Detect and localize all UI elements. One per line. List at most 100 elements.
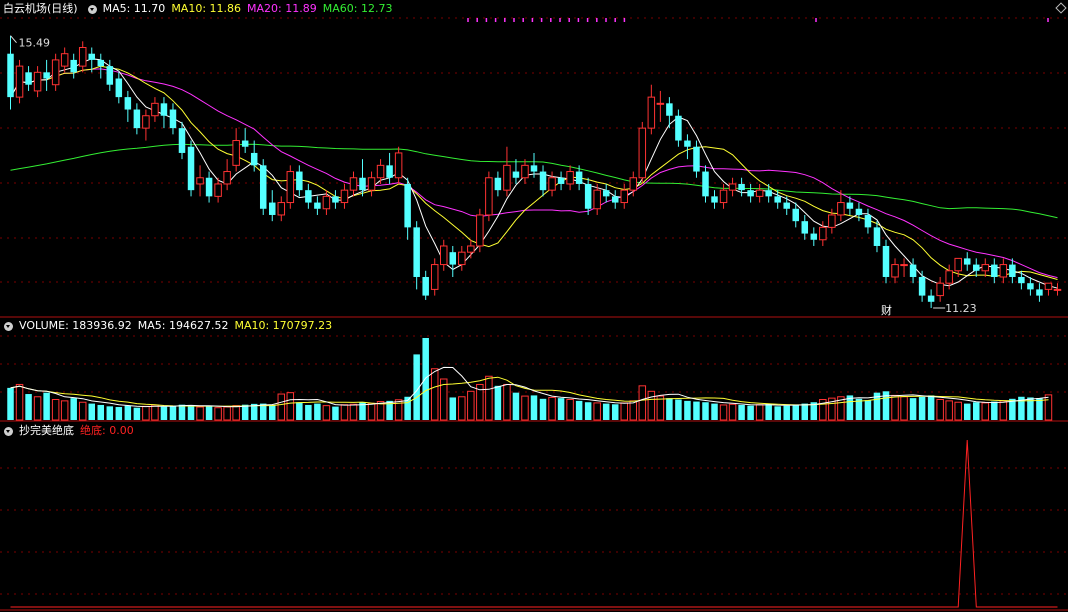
volume-bar-up bbox=[15, 383, 24, 421]
volume-bar-up bbox=[467, 390, 475, 421]
candle-down bbox=[810, 233, 818, 240]
candle-up bbox=[945, 270, 953, 284]
candle-up bbox=[503, 164, 511, 191]
candle-down bbox=[413, 227, 420, 277]
candle-down bbox=[602, 190, 610, 197]
candle-down bbox=[241, 140, 249, 147]
candle-up bbox=[1044, 282, 1053, 290]
volume-bar-down bbox=[269, 404, 276, 420]
candle-down bbox=[711, 196, 718, 203]
volume-bar-up bbox=[232, 405, 240, 421]
volume-bar-down bbox=[296, 402, 303, 420]
candle-down bbox=[918, 276, 926, 296]
volume-bar-up bbox=[999, 400, 1008, 421]
candle-up bbox=[891, 264, 899, 278]
candle-down bbox=[124, 97, 132, 110]
candle-down bbox=[909, 264, 917, 277]
volume-bar-down bbox=[205, 406, 213, 420]
candle-down bbox=[88, 53, 95, 60]
candle-down bbox=[783, 202, 790, 209]
volume-bar-up bbox=[891, 394, 899, 421]
volume-bar-down bbox=[160, 406, 168, 420]
volume-bar-down bbox=[792, 404, 799, 420]
candle-up bbox=[476, 214, 484, 247]
candle-down bbox=[115, 78, 123, 98]
candle-down bbox=[575, 171, 583, 184]
candle-up bbox=[656, 102, 665, 105]
volume-bar-up bbox=[755, 404, 764, 421]
candle-down bbox=[864, 214, 872, 228]
candle-down bbox=[205, 177, 213, 197]
candle-down bbox=[991, 264, 998, 277]
low-price-label: 11.23 bbox=[945, 302, 977, 315]
candle-up bbox=[51, 59, 60, 86]
candle-down bbox=[386, 165, 393, 178]
volume-bar-up bbox=[60, 400, 69, 421]
candle-down bbox=[169, 109, 177, 129]
volume-bar-down bbox=[70, 398, 77, 420]
candle-up bbox=[286, 171, 295, 204]
candle-down bbox=[70, 59, 77, 73]
volume-bar-up bbox=[548, 396, 556, 421]
candle-up bbox=[142, 115, 150, 129]
volume-bar-down bbox=[512, 392, 520, 420]
candle-up bbox=[376, 164, 385, 179]
candle-down bbox=[1027, 283, 1034, 290]
volume-bar-up bbox=[430, 368, 439, 421]
candle-up bbox=[755, 189, 764, 197]
volume-bar-down bbox=[7, 387, 14, 420]
candle-down bbox=[584, 183, 592, 209]
candle-down bbox=[97, 59, 105, 67]
volume-bar-down bbox=[918, 396, 926, 420]
candle-down bbox=[973, 264, 980, 271]
volume-bar-down bbox=[855, 398, 863, 420]
volume-bar-up bbox=[33, 396, 42, 421]
candle-up bbox=[458, 251, 466, 266]
volume-bar-up bbox=[142, 405, 150, 421]
volume-bar-down bbox=[133, 407, 141, 420]
volume-bar-down bbox=[801, 403, 809, 420]
volume-bar-up bbox=[78, 401, 87, 421]
candle-down bbox=[611, 196, 619, 203]
candle-up bbox=[151, 102, 159, 117]
volume-bar-down bbox=[332, 406, 339, 420]
volume-bar-down bbox=[575, 400, 583, 420]
volume-bar-up bbox=[620, 402, 629, 421]
candle-up bbox=[1053, 288, 1062, 291]
candle-up bbox=[521, 164, 529, 179]
kline-chart-area[interactable]: 15.49 11.23 财 bbox=[0, 0, 1068, 612]
volume-bar-down bbox=[927, 395, 935, 420]
candle-up bbox=[223, 171, 231, 185]
candle-down bbox=[494, 177, 502, 191]
candle-down bbox=[178, 128, 186, 153]
candle-down bbox=[765, 190, 772, 197]
volume-bar-down bbox=[43, 392, 50, 420]
volume-bar-down bbox=[449, 397, 457, 420]
volume-bar-down bbox=[557, 398, 565, 420]
candle-up bbox=[728, 183, 737, 191]
candle-up bbox=[196, 177, 204, 185]
volume-bar-down bbox=[539, 398, 547, 420]
candle-up bbox=[349, 177, 358, 191]
candle-up bbox=[629, 177, 638, 191]
volume-bar-down bbox=[611, 404, 619, 420]
volume-bar-up bbox=[728, 403, 737, 421]
candle-down bbox=[305, 190, 312, 203]
volume-bar-up bbox=[936, 399, 944, 421]
candle-up bbox=[719, 189, 728, 204]
candle-down bbox=[774, 196, 781, 203]
candle-down bbox=[449, 252, 457, 265]
candle-down bbox=[43, 72, 50, 79]
volume-bar-up bbox=[719, 404, 728, 421]
volume-bar-up bbox=[485, 375, 493, 421]
candle-up bbox=[439, 245, 448, 266]
volume-bar-up bbox=[521, 395, 529, 421]
volume-bar-down bbox=[702, 402, 709, 420]
candle-up bbox=[566, 171, 574, 185]
candle-down bbox=[693, 146, 700, 172]
volume-bar-up bbox=[503, 383, 511, 421]
high-price-label: 15.49 bbox=[19, 37, 51, 50]
volume-bar-down bbox=[178, 404, 186, 420]
candle-down bbox=[927, 295, 935, 302]
candle-down bbox=[747, 190, 754, 197]
